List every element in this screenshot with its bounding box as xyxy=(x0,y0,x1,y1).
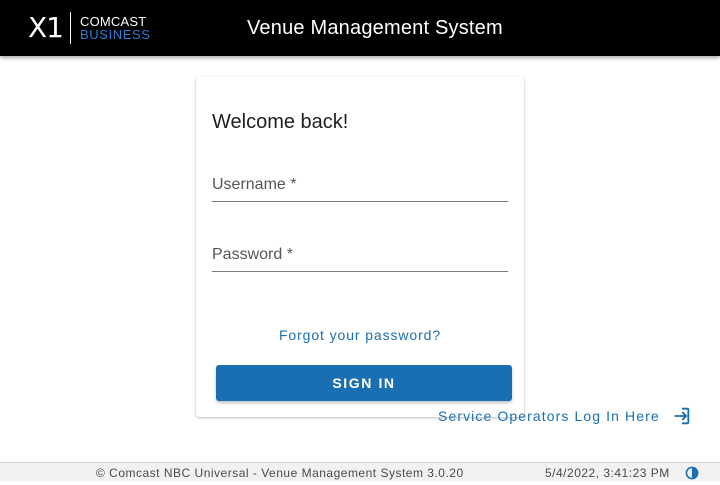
username-field[interactable]: Username * xyxy=(212,171,508,202)
app-header: X1 COMCAST BUSINESS Venue Management Sys… xyxy=(0,0,720,56)
service-operators-label: Service Operators Log In Here xyxy=(438,408,660,424)
password-field[interactable]: Password * xyxy=(212,241,508,272)
username-input[interactable] xyxy=(212,171,508,201)
password-input[interactable] xyxy=(212,241,508,271)
copyright-text: © Comcast NBC Universal - Venue Manageme… xyxy=(96,466,464,480)
login-icon xyxy=(670,405,692,427)
login-card: Welcome back! Username * Password * Forg… xyxy=(196,77,524,417)
comcast-x1-logo: X1 COMCAST BUSINESS xyxy=(28,11,151,45)
logo-business-text: BUSINESS xyxy=(80,27,151,42)
logo-divider xyxy=(70,12,71,44)
contrast-icon[interactable] xyxy=(685,466,699,480)
current-datetime: 5/4/2022, 3:41:23 PM xyxy=(545,466,670,480)
logo-wordmark: COMCAST BUSINESS xyxy=(80,15,151,41)
welcome-heading: Welcome back! xyxy=(212,111,349,134)
sign-in-button[interactable]: SIGN IN xyxy=(216,365,512,401)
logo-x1-text: X1 xyxy=(28,11,64,44)
app-title: Venue Management System xyxy=(247,17,503,39)
forgot-password-link[interactable]: Forgot your password? xyxy=(196,327,524,343)
service-operators-login-link[interactable]: Service Operators Log In Here xyxy=(438,404,692,428)
footer-bar: © Comcast NBC Universal - Venue Manageme… xyxy=(0,462,720,481)
